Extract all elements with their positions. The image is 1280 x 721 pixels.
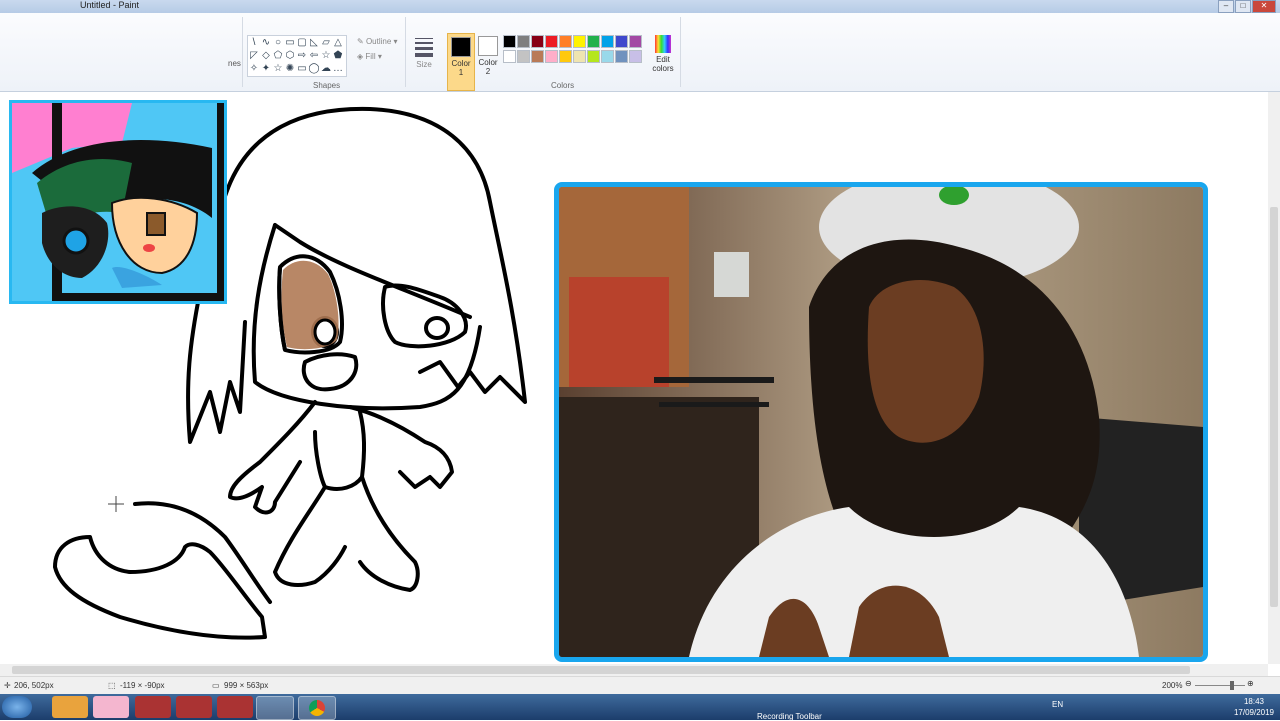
outline-dropdown[interactable]: ✎ Outline ▾ <box>357 37 398 46</box>
zoom-level: 200% <box>1162 681 1183 690</box>
shape-tool-icon[interactable]: ⇨ <box>296 49 308 62</box>
window-title: Untitled - Paint <box>80 0 140 10</box>
palette-swatch[interactable] <box>615 50 628 63</box>
palette-swatch[interactable] <box>559 50 572 63</box>
taskbar: EN 18:43 17/09/2019 <box>0 694 1280 720</box>
taskbar-avatar-app[interactable] <box>93 696 129 718</box>
ribbon: nes \ ∿ ○ ▭ ▢ ◺ ▱ △ ◸ ◇ ⬠ ⬡ ⇨ ⇦ ☆ ⬟ ✧ ✦ ☆ ✺ ▭ ◯ ☁… ✎ Outline ▾… <box>0 13 1280 92</box>
shape-tool-icon[interactable]: ▢ <box>296 36 308 49</box>
shapes-group-label: Shapes <box>313 81 341 90</box>
colors-group-label: Colors <box>551 81 575 90</box>
clock[interactable]: 18:43 17/09/2019 <box>1234 696 1274 718</box>
color1-button[interactable]: Color 1 <box>447 33 475 91</box>
canvas-size-icon: ▭ <box>212 681 220 690</box>
palette-swatch[interactable] <box>503 35 516 48</box>
shape-tool-icon[interactable]: ✧ <box>248 62 260 75</box>
size-button[interactable]: Size <box>413 35 435 87</box>
shape-tool-icon[interactable]: ☆ <box>272 62 284 75</box>
palette-swatch[interactable] <box>629 50 642 63</box>
palette-swatch[interactable] <box>601 35 614 48</box>
palette-swatch[interactable] <box>531 50 544 63</box>
status-bar: ✛ 206, 502px ⬚ -119 × -90px ▭ 999 × 563p… <box>0 676 1280 695</box>
shape-tool-icon[interactable]: ⬟ <box>332 49 344 62</box>
palette-swatch[interactable] <box>531 35 544 48</box>
cursor-position-icon: ✛ <box>4 681 11 690</box>
shape-tool-icon[interactable]: ⬠ <box>272 49 284 62</box>
palette-swatch[interactable] <box>559 35 572 48</box>
shape-tool-icon[interactable]: ☆ <box>320 49 332 62</box>
palette-swatch[interactable] <box>573 50 586 63</box>
palette-swatch[interactable] <box>517 50 530 63</box>
fill-dropdown[interactable]: ◈ Fill ▾ <box>357 52 382 61</box>
selection-icon: ⬚ <box>108 681 116 690</box>
palette-swatch[interactable] <box>587 50 600 63</box>
shape-tool-icon[interactable]: ⬡ <box>284 49 296 62</box>
vertical-scrollbar[interactable] <box>1268 92 1280 664</box>
webcam-overlay <box>554 182 1208 662</box>
paint-canvas[interactable] <box>0 92 1268 664</box>
taskbar-media-player[interactable] <box>52 696 88 718</box>
shape-tool-icon[interactable]: ○ <box>272 36 284 49</box>
shape-tool-icon[interactable]: ◸ <box>248 49 260 62</box>
color-palette[interactable] <box>503 35 642 64</box>
taskbar-game-1[interactable] <box>135 696 171 718</box>
color1-label: Color 1 <box>451 59 471 77</box>
shape-tool-icon[interactable]: ✦ <box>260 62 272 75</box>
avatar-overlay <box>9 100 227 304</box>
partial-group-label: nes <box>228 59 241 68</box>
crosshair-cursor-icon <box>108 496 124 512</box>
shape-tool-icon[interactable]: ⇦ <box>308 49 320 62</box>
edit-colors-button[interactable]: Edit colors <box>650 35 676 73</box>
shape-tool-icon[interactable]: ☁ <box>320 62 332 75</box>
shape-tool-icon[interactable]: ▭ <box>284 36 296 49</box>
shape-tool-icon[interactable]: ▭ <box>296 62 308 75</box>
taskbar-game-3[interactable] <box>217 696 253 718</box>
shape-tool-icon[interactable]: ▱ <box>320 36 332 49</box>
shape-tool-icon[interactable]: ◇ <box>260 49 272 62</box>
shape-tool-icon[interactable]: ∿ <box>260 36 272 49</box>
palette-swatch[interactable] <box>573 35 586 48</box>
taskbar-game-2[interactable] <box>176 696 212 718</box>
chrome-icon <box>309 700 325 716</box>
horizontal-scrollbar[interactable] <box>0 664 1268 676</box>
shape-tool-icon[interactable]: … <box>332 62 344 75</box>
canvas-size: 999 × 563px <box>224 681 269 690</box>
taskbar-chrome[interactable] <box>298 696 336 720</box>
shape-tool-icon[interactable]: ◺ <box>308 36 320 49</box>
palette-swatch[interactable] <box>545 50 558 63</box>
shape-tool-icon[interactable]: ✺ <box>284 62 296 75</box>
language-indicator[interactable]: EN <box>1052 700 1063 709</box>
maximize-button[interactable]: □ <box>1235 0 1251 13</box>
taskbar-paint[interactable] <box>256 696 294 720</box>
palette-swatch[interactable] <box>503 50 516 63</box>
cursor-position: 206, 502px <box>14 681 54 690</box>
selection-size: -119 × -90px <box>120 681 165 690</box>
palette-swatch[interactable] <box>517 35 530 48</box>
shape-tool-icon[interactable]: \ <box>248 36 260 49</box>
palette-swatch[interactable] <box>601 50 614 63</box>
close-button[interactable]: ✕ <box>1252 0 1276 13</box>
color2-button[interactable]: Color 2 <box>475 33 501 89</box>
shape-tool-icon[interactable]: ◯ <box>308 62 320 75</box>
shapes-gallery[interactable]: \ ∿ ○ ▭ ▢ ◺ ▱ △ ◸ ◇ ⬠ ⬡ ⇨ ⇦ ☆ ⬟ ✧ ✦ ☆ ✺ ▭ ◯ ☁… <box>247 35 347 77</box>
palette-swatch[interactable] <box>615 35 628 48</box>
shape-tool-icon[interactable]: △ <box>332 36 344 49</box>
start-button[interactable] <box>2 696 32 718</box>
palette-swatch[interactable] <box>587 35 600 48</box>
rainbow-icon <box>655 35 671 53</box>
palette-swatch[interactable] <box>629 35 642 48</box>
palette-swatch[interactable] <box>545 35 558 48</box>
title-bar: Untitled - Paint – □ ✕ <box>0 0 1280 13</box>
color2-label: Color 2 <box>478 58 498 76</box>
zoom-slider[interactable]: ⊖ ⊕ <box>1185 679 1255 690</box>
system-tray: EN 18:43 17/09/2019 <box>1040 694 1280 720</box>
minimize-button[interactable]: – <box>1218 0 1234 13</box>
